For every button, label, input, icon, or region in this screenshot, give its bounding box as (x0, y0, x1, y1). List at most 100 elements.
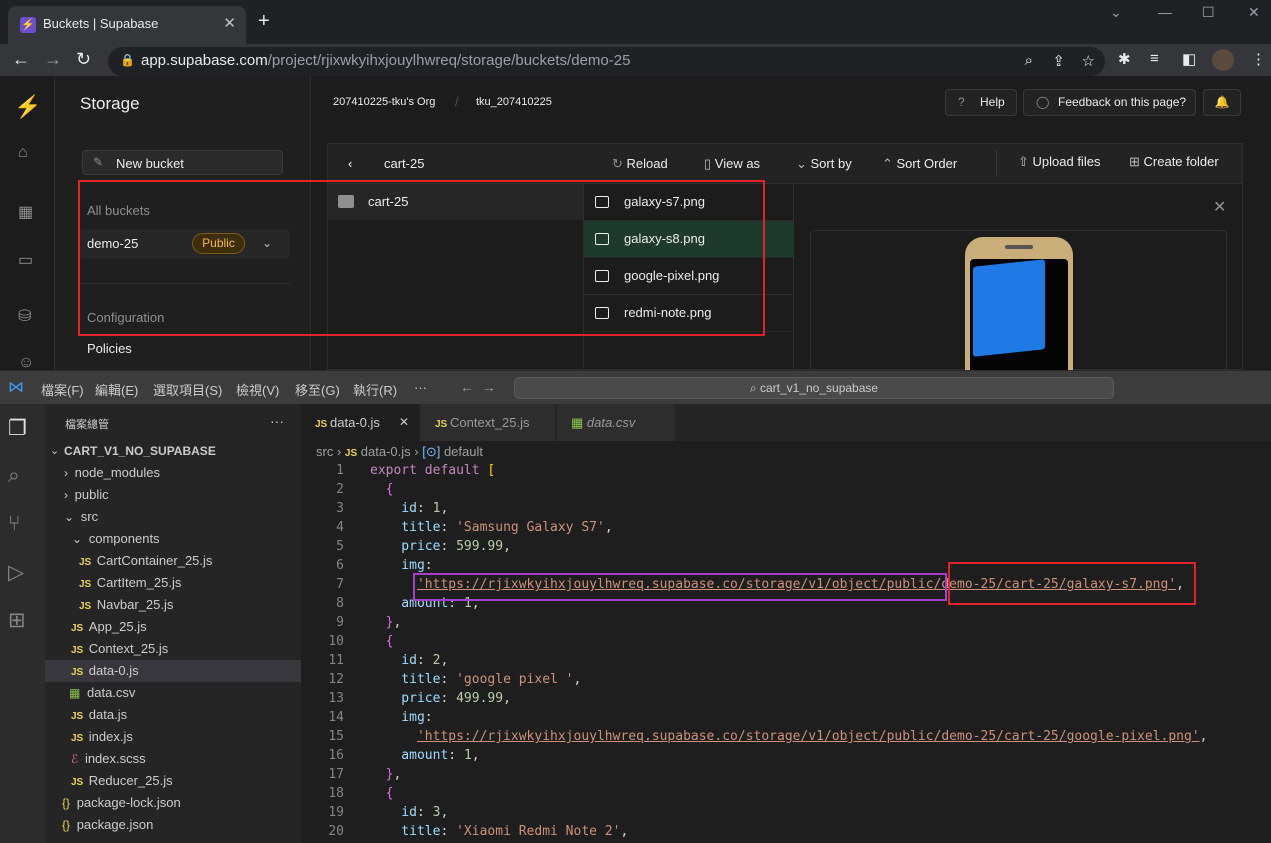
extensions-icon[interactable]: ⊞ (8, 608, 26, 633)
nav-arrows-icon[interactable]: ← → (460, 379, 496, 395)
home-icon[interactable]: ⌂ (18, 144, 28, 162)
line-number: 18 (328, 786, 344, 801)
tree-item[interactable]: {} package.json (62, 817, 153, 832)
tree-item[interactable]: JS CartContainer_25.js (79, 553, 212, 568)
code-line[interactable]: id: 2, (370, 653, 448, 668)
tree-item[interactable]: ⌄ components (72, 531, 160, 546)
breadcrumb-item[interactable]: default (444, 444, 483, 459)
code-line[interactable]: img: (370, 558, 432, 573)
tree-item[interactable]: JS Reducer_25.js (71, 773, 173, 788)
code-line[interactable]: { (370, 634, 394, 649)
supabase-logo-icon[interactable]: ⚡ (14, 94, 41, 120)
code-line[interactable]: title: 'Xiaomi Redmi Note 2', (370, 824, 628, 839)
menu-dots-icon[interactable]: ⋮ (1251, 50, 1266, 68)
new-tab-icon[interactable]: + (258, 10, 270, 33)
maximize-icon[interactable]: ☐ (1202, 4, 1215, 21)
reload-button[interactable]: ↻ Reload (612, 156, 668, 172)
upload-files-button[interactable]: ⇧ Upload files (1018, 154, 1100, 170)
sql-editor-icon[interactable]: ▭ (18, 250, 33, 270)
tab-data-0[interactable]: JS data-0.js ✕ (301, 404, 420, 441)
more-actions-icon[interactable]: ··· (270, 413, 284, 429)
code-line[interactable]: title: 'Samsung Galaxy S7', (370, 520, 612, 535)
project-folder[interactable]: CART_V1_NO_SUPABASE (64, 444, 216, 458)
minimize-icon[interactable]: — (1158, 4, 1172, 20)
view-as-button[interactable]: ▯ View as (704, 156, 760, 172)
tree-item[interactable]: ▦ data.csv (69, 685, 135, 700)
tree-item[interactable]: ℰ index.scss (71, 751, 146, 766)
tab-context[interactable]: JS Context_25.js (421, 404, 556, 441)
close-tab-icon[interactable]: ✕ (223, 14, 236, 32)
chevron-down-icon[interactable]: ⌄ (50, 444, 59, 457)
run-debug-icon[interactable]: ▷ (8, 560, 24, 585)
code-line[interactable]: { (370, 482, 394, 497)
menu-more[interactable]: ··· (414, 380, 427, 395)
back-icon[interactable]: ← (12, 49, 30, 70)
bookmark-star-icon[interactable]: ☆ (1082, 52, 1095, 70)
code-line[interactable]: amount: 1, (370, 748, 479, 763)
database-icon[interactable]: ⛁ (18, 306, 31, 326)
code-line[interactable]: price: 499.99, (370, 691, 511, 706)
avatar[interactable] (1212, 49, 1234, 71)
table-editor-icon[interactable]: ▦ (18, 202, 33, 222)
tree-item[interactable]: ⌄ src (64, 509, 98, 524)
code-line[interactable]: title: 'google pixel ', (370, 672, 581, 687)
breadcrumb-item[interactable]: data-0.js (361, 444, 411, 459)
code-line[interactable]: export default [ (370, 463, 495, 478)
help-button[interactable]: ? Help (945, 89, 1017, 116)
sort-by-button[interactable]: ⌄ Sort by (796, 156, 852, 172)
breadcrumb-org[interactable]: 207410225-tku's Org (333, 96, 435, 108)
code-line[interactable]: id: 1, (370, 501, 448, 516)
explorer-icon[interactable]: ❐ (8, 416, 27, 441)
forward-icon[interactable]: → (44, 49, 62, 70)
create-folder-button[interactable]: ⊞ Create folder (1129, 154, 1219, 170)
tree-item[interactable]: › public (64, 487, 109, 502)
code-line[interactable]: price: 599.99, (370, 539, 511, 554)
code-line[interactable]: img: (370, 710, 432, 725)
tree-item[interactable]: › node_modules (64, 465, 160, 480)
tree-item[interactable]: {} package-lock.json (62, 795, 181, 810)
breadcrumb-project[interactable]: tku_207410225 (476, 96, 552, 108)
address-bar[interactable]: 🔒 app.supabase.com/project/rjixwkyihxjou… (108, 47, 1105, 76)
search-icon[interactable]: ⌕ (8, 464, 20, 488)
tab-data-csv[interactable]: ▦ data.csv (557, 404, 676, 441)
menu-run[interactable]: 執行(R) (353, 380, 397, 399)
policies-link[interactable]: Policies (87, 341, 132, 356)
notifications-button[interactable]: 🔔 (1203, 89, 1241, 116)
extensions-icon[interactable]: ✱ (1118, 50, 1131, 68)
feedback-button[interactable]: ◯ Feedback on this page? (1023, 89, 1196, 116)
back-chevron-icon[interactable]: ‹ (348, 156, 352, 171)
tree-item[interactable]: JS App_25.js (71, 619, 147, 634)
source-control-icon[interactable]: ⑂ (8, 512, 21, 536)
menu-file[interactable]: 檔案(F) (41, 380, 84, 399)
code-line[interactable]: }, (370, 767, 402, 782)
zoom-search-icon[interactable]: ⌕ (1025, 52, 1033, 69)
share-icon[interactable]: ⇪ (1052, 52, 1065, 70)
command-center-search[interactable]: ⌕ cart_v1_no_supabase (514, 377, 1114, 399)
new-bucket-button[interactable]: ✎ New bucket (82, 150, 283, 175)
menu-selection[interactable]: 選取項目(S) (153, 380, 222, 399)
tree-item-selected[interactable]: JS data-0.js (71, 663, 139, 678)
menu-go[interactable]: 移至(G) (295, 380, 340, 399)
code-line[interactable]: id: 3, (370, 805, 448, 820)
menu-view[interactable]: 檢視(V) (236, 380, 279, 399)
tree-item[interactable]: JS data.js (71, 707, 127, 722)
code-line[interactable]: }, (370, 615, 402, 630)
media-icon[interactable]: ≡ (1150, 50, 1159, 67)
breadcrumb-item[interactable]: src (316, 444, 333, 459)
side-panel-icon[interactable]: ◧ (1182, 50, 1196, 68)
close-preview-icon[interactable]: ✕ (1213, 197, 1226, 217)
code-line[interactable]: { (370, 786, 394, 801)
tree-item[interactable]: JS Context_25.js (71, 641, 168, 656)
reload-icon[interactable]: ↻ (76, 49, 91, 70)
code-line[interactable]: 'https://rjixwkyihxjouylhwreq.supabase.c… (370, 729, 1208, 744)
create-folder-label: Create folder (1143, 154, 1219, 169)
tree-item[interactable]: JS index.js (71, 729, 133, 744)
close-icon[interactable]: ✕ (399, 404, 409, 441)
tree-item[interactable]: JS CartItem_25.js (79, 575, 181, 590)
tab-search-chevron-icon[interactable]: ⌄ (1110, 4, 1122, 21)
menu-edit[interactable]: 編輯(E) (95, 380, 138, 399)
browser-tab[interactable]: ⚡ Buckets | Supabase ✕ (8, 6, 246, 44)
tree-item[interactable]: JS Navbar_25.js (79, 597, 173, 612)
sort-order-button[interactable]: ⌃ Sort Order (882, 156, 957, 172)
close-window-icon[interactable]: ✕ (1248, 4, 1260, 21)
